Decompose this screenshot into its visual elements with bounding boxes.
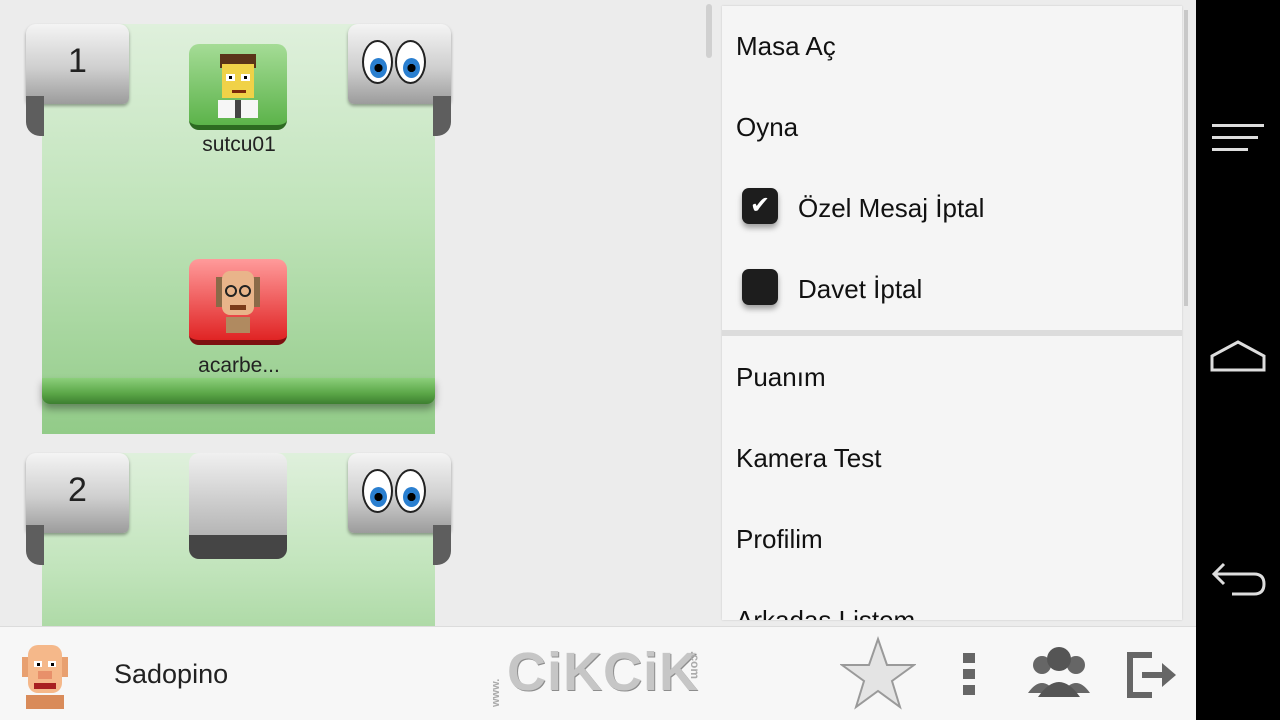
- exit-icon[interactable]: [1122, 627, 1178, 720]
- tables-list: 1 sutcu01 acarbe... 2: [0, 0, 700, 626]
- menu-item-play[interactable]: Oyna: [736, 87, 798, 167]
- menu-check-private-message[interactable]: ✔ Özel Mesaj İptal: [736, 168, 1176, 248]
- watch-table-button[interactable]: [348, 24, 451, 136]
- player-seat-1[interactable]: [189, 44, 287, 130]
- cikcik-logo: www. CiKCiK .com: [490, 642, 702, 707]
- menu-icon[interactable]: [1206, 106, 1270, 170]
- check-label: Özel Mesaj İptal: [798, 193, 985, 223]
- check-icon: ✔: [749, 192, 771, 219]
- player-name: acarbe...: [198, 354, 280, 377]
- back-icon[interactable]: [1206, 546, 1270, 610]
- menu-item-friends-list[interactable]: Arkadaş Listem: [736, 580, 915, 620]
- table-number: 2: [68, 471, 87, 509]
- friends-icon[interactable]: [1024, 627, 1094, 720]
- check-label: Davet İptal: [798, 274, 923, 304]
- eyes-icon: [362, 469, 426, 513]
- table-number: 1: [68, 42, 87, 80]
- empty-seat-button[interactable]: [189, 453, 287, 559]
- system-navigation-bar: [1196, 0, 1280, 720]
- table-base: [42, 378, 435, 404]
- table-number-ribbon: 1: [26, 24, 129, 136]
- menu-item-my-score[interactable]: Puanım: [736, 337, 826, 417]
- table-card-1[interactable]: 1 sutcu01 acarbe...: [26, 24, 451, 434]
- username: Sadopino: [114, 659, 229, 689]
- menu-divider: [722, 330, 1182, 336]
- player-avatar-icon: [216, 271, 260, 333]
- table-number-ribbon: 2: [26, 453, 129, 565]
- star-icon[interactable]: [840, 627, 916, 720]
- user-avatar[interactable]: [14, 637, 76, 711]
- menu-check-invite[interactable]: Davet İptal: [736, 249, 1176, 329]
- options-menu: Masa Aç Oyna ✔ Özel Mesaj İptal Davet İp…: [722, 6, 1182, 620]
- more-icon[interactable]: [952, 627, 986, 720]
- tables-scrollbar[interactable]: [706, 4, 712, 58]
- menu-scrollbar[interactable]: [1184, 10, 1188, 306]
- table-card-2[interactable]: 2: [26, 453, 451, 626]
- eyes-icon: [362, 40, 426, 84]
- player-seat-2[interactable]: [189, 259, 287, 345]
- checkbox-checked[interactable]: ✔: [742, 188, 778, 224]
- watch-table-button[interactable]: [348, 453, 451, 565]
- player-name: sutcu01: [202, 133, 276, 156]
- menu-item-camera-test[interactable]: Kamera Test: [736, 418, 881, 498]
- menu-item-my-profile[interactable]: Profilim: [736, 499, 823, 579]
- checkbox-unchecked[interactable]: [742, 269, 778, 305]
- menu-item-open-table[interactable]: Masa Aç: [736, 6, 836, 86]
- bottom-bar: Sadopino www. CiKCiK .com: [0, 626, 1196, 720]
- home-icon[interactable]: [1206, 326, 1270, 390]
- player-avatar-icon: [218, 54, 258, 118]
